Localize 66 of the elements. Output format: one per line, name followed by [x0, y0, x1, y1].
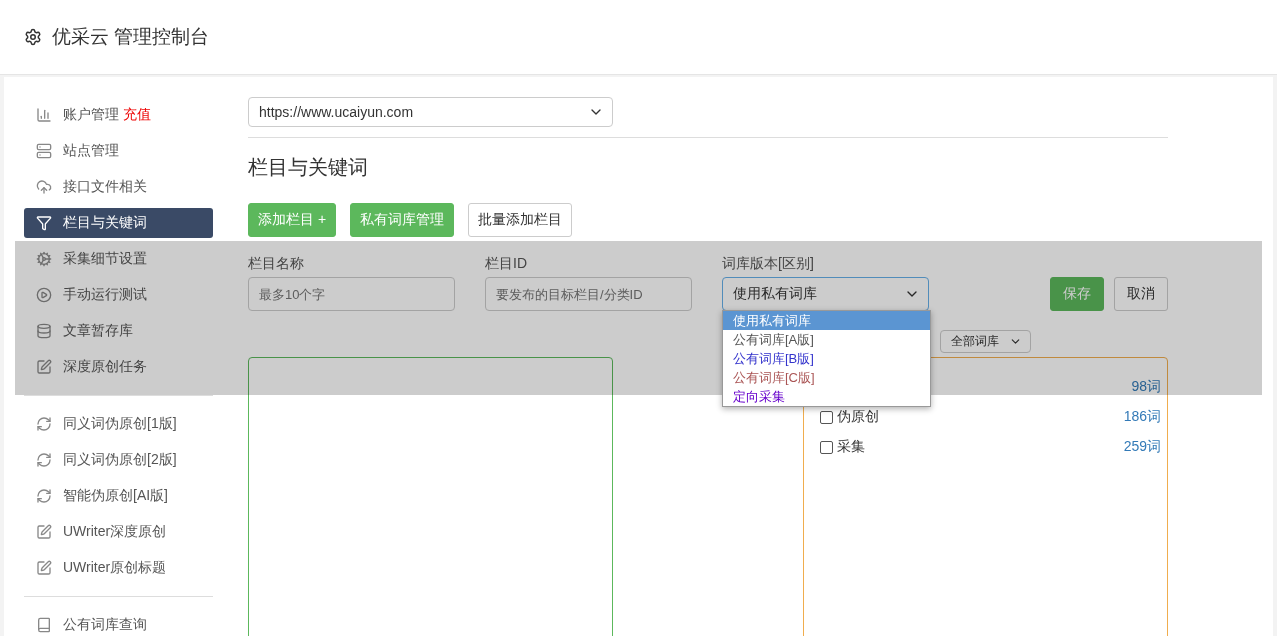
- field-label: 词库版本[区别]: [722, 255, 815, 273]
- sidebar-label: 深度原创任务: [63, 358, 147, 376]
- sidebar-label: UWriter原创标题: [63, 559, 167, 577]
- sidebar-label: 账户管理 充值: [63, 106, 151, 124]
- dropdown-option[interactable]: 定向采集: [723, 387, 930, 406]
- sidebar-item[interactable]: 采集细节设置: [24, 244, 213, 274]
- dropdown-option[interactable]: 公有词库[C版]: [723, 368, 930, 387]
- sidebar-item[interactable]: 公有词库查询: [24, 610, 213, 636]
- word-count: 259词: [1123, 438, 1161, 456]
- sidebar-item[interactable]: 站点管理: [24, 136, 213, 166]
- sidebar-item[interactable]: 栏目与关键词: [24, 208, 213, 238]
- sidebar-label: 同义词伪原创[2版]: [63, 451, 177, 469]
- sidebar-item[interactable]: 接口文件相关: [24, 172, 213, 202]
- sidebar-label: 采集细节设置: [63, 250, 147, 268]
- dropdown-option[interactable]: 公有词库[B版]: [723, 349, 930, 368]
- sidebar-label: 文章暂存库: [63, 322, 133, 340]
- sidebar-item[interactable]: 账户管理 充值: [24, 100, 213, 130]
- sidebar-item[interactable]: 文章暂存库: [24, 316, 213, 346]
- play-icon: [36, 287, 52, 303]
- sidebar-label: 接口文件相关: [63, 178, 147, 196]
- sidebar-item[interactable]: UWriter深度原创: [24, 517, 213, 547]
- sidebar-item[interactable]: 同义词伪原创[2版]: [24, 445, 213, 475]
- refresh-icon: [36, 416, 52, 432]
- cogs-icon: [36, 251, 52, 267]
- sidebar-item[interactable]: 手动运行测试: [24, 280, 213, 310]
- sidebar-label: 站点管理: [63, 142, 119, 160]
- library-select[interactable]: 使用私有词库: [722, 277, 929, 311]
- refresh-icon: [36, 452, 52, 468]
- input-field[interactable]: 要发布的目标栏目/分类ID: [485, 277, 692, 311]
- word-count: 98词: [1131, 378, 1161, 396]
- site-select[interactable]: https://www.ucaiyun.com: [248, 97, 613, 127]
- sidebar-item[interactable]: 智能伪原创[AI版]: [24, 481, 213, 511]
- sidebar-item[interactable]: 深度原创任务: [24, 352, 213, 382]
- refresh-icon: [36, 488, 52, 504]
- field-label: 栏目名称: [248, 255, 305, 273]
- edit-icon: [36, 524, 52, 540]
- sidebar-item[interactable]: 同义词伪原创[1版]: [24, 409, 213, 439]
- sidebar-label: 智能伪原创[AI版]: [63, 487, 168, 505]
- sidebar-item[interactable]: UWriter原创标题: [24, 553, 213, 583]
- input-field[interactable]: 最多10个字: [248, 277, 455, 311]
- filter-icon: [36, 215, 52, 231]
- database-icon: [36, 323, 52, 339]
- sidebar-label: 栏目与关键词: [63, 214, 147, 232]
- edit-icon: [36, 359, 52, 375]
- sidebar-label: UWriter深度原创: [63, 523, 167, 541]
- checkbox[interactable]: [820, 440, 833, 454]
- dropdown-option[interactable]: 公有词库[A版]: [723, 330, 930, 349]
- word-count: 186词: [1123, 408, 1161, 426]
- form-button[interactable]: 取消: [1114, 277, 1168, 311]
- sidebar-label: 同义词伪原创[1版]: [63, 415, 177, 433]
- library-filter-select[interactable]: 全部词库: [940, 330, 1031, 353]
- sidebar-label: 手动运行测试: [63, 286, 147, 304]
- field-label: 栏目ID: [485, 255, 528, 273]
- app-title: 优采云 管理控制台: [52, 25, 210, 49]
- cloud-icon: [36, 179, 52, 195]
- checkbox[interactable]: [820, 410, 833, 424]
- chart-icon: [36, 107, 52, 123]
- library-label: 采集: [837, 438, 865, 456]
- book-icon: [36, 617, 52, 633]
- edit-icon: [36, 560, 52, 576]
- action-button[interactable]: 批量添加栏目: [468, 203, 573, 237]
- sidebar-label: 公有词库查询: [63, 616, 147, 634]
- library-label: 伪原创: [837, 408, 879, 426]
- settings-icon: [24, 28, 42, 46]
- section-title: 栏目与关键词: [248, 155, 369, 180]
- server-icon: [36, 143, 52, 159]
